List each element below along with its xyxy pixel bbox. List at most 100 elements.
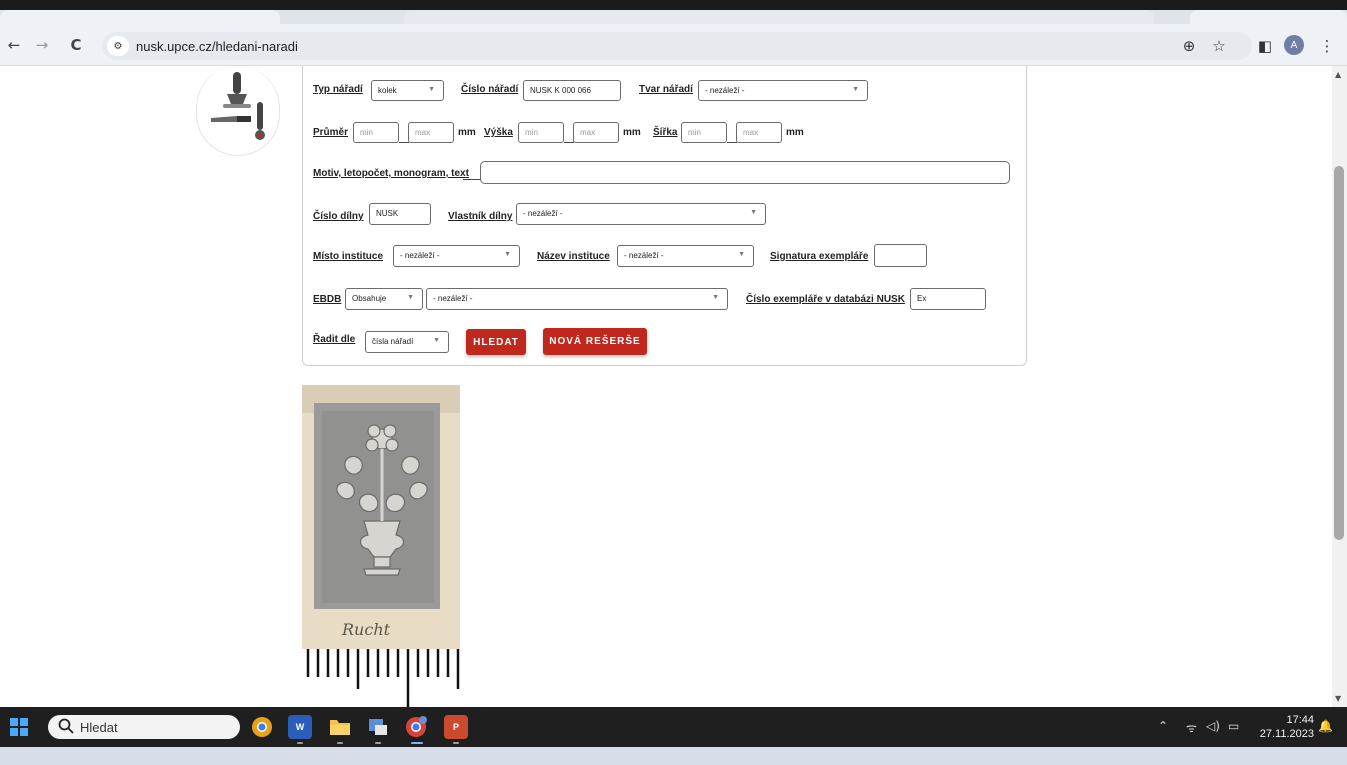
chrome-taskbar-icon[interactable]: [250, 715, 274, 739]
search-icon: [58, 718, 78, 736]
arrow-right-icon: →: [35, 36, 49, 54]
cislo-naradi-label: Číslo nářadí: [461, 84, 519, 95]
sirka-max-input[interactable]: max: [736, 122, 782, 143]
app-generic-icon[interactable]: [366, 715, 390, 739]
taskbar-search-label: Hledat: [80, 720, 118, 735]
start-button[interactable]: [10, 718, 28, 736]
label-underline: [463, 179, 481, 180]
ebdb-select[interactable]: - nezáleží - ▼: [426, 288, 728, 310]
wifi-icon[interactable]: ᯤ: [1186, 719, 1197, 736]
misto-instituce-select[interactable]: - nezáleží - ▼: [393, 245, 520, 267]
typ-naradi-value: kolek: [378, 86, 397, 95]
chevron-down-icon: ▼: [407, 294, 414, 301]
back-button[interactable]: ←: [2, 33, 26, 57]
side-panel-icon[interactable]: ◧: [1254, 35, 1276, 57]
motiv-label: Motiv, letopočet, monogram, text: [313, 168, 469, 179]
tvar-naradi-select[interactable]: - nezáleží - ▼: [698, 80, 868, 101]
typ-naradi-select[interactable]: kolek ▼: [371, 80, 444, 101]
bookmark-star-icon[interactable]: ☆: [1208, 35, 1230, 57]
nazev-instituce-select[interactable]: - nezáleží - ▼: [617, 245, 754, 267]
windows-logo-pane: [10, 728, 18, 736]
search-button[interactable]: HLEDAT: [466, 329, 526, 355]
prumer-min-placeholder: min: [360, 128, 373, 137]
vyska-min-placeholder: min: [525, 128, 538, 137]
tab-previous[interactable]: [0, 10, 280, 24]
chevron-down-icon: ▼: [504, 251, 511, 258]
specimen-image[interactable]: Rucht: [302, 385, 460, 707]
tab-background[interactable]: [404, 10, 1154, 24]
app-active-indicator: [411, 742, 423, 744]
scrollbar-thumb[interactable]: [1334, 166, 1344, 540]
zoom-icon[interactable]: ⊕: [1178, 35, 1200, 57]
prumer-min-input[interactable]: min: [353, 122, 399, 143]
chevron-down-icon: ▼: [712, 294, 719, 301]
sirka-min-input[interactable]: min: [681, 122, 727, 143]
cislo-exemplare-input[interactable]: Ex: [910, 288, 986, 310]
vlastnik-dilny-label: Vlastník dílny: [448, 211, 513, 222]
misto-instituce-value: - nezáleží -: [400, 251, 440, 260]
chrome-profile-taskbar-icon[interactable]: [404, 715, 428, 739]
powerpoint-taskbar-icon[interactable]: P: [444, 715, 468, 739]
motiv-input[interactable]: [480, 161, 1010, 184]
file-explorer-icon[interactable]: [328, 715, 352, 739]
range-separator: [399, 142, 409, 143]
url-text[interactable]: nusk.upce.cz/hledani-naradi: [136, 39, 298, 54]
sirka-label: Šířka: [653, 127, 678, 138]
reload-button[interactable]: C: [64, 33, 88, 57]
scroll-down-icon[interactable]: ▼: [1335, 694, 1341, 703]
site-info-icon[interactable]: ⚙: [107, 36, 129, 56]
ebdb-label: EBDB: [313, 294, 342, 305]
signatura-input[interactable]: [874, 244, 927, 267]
site-logo[interactable]: [196, 66, 280, 156]
chevron-down-icon: ▼: [852, 86, 859, 93]
windows-logo-pane: [20, 718, 28, 726]
cislo-naradi-value: NUSK K 000 066: [530, 86, 591, 95]
menu-kebab-icon[interactable]: ⋮: [1316, 35, 1338, 57]
profile-avatar[interactable]: A: [1284, 35, 1304, 55]
ebdb-value: - nezáleží -: [433, 294, 473, 303]
radit-dle-label: Řadit dle: [313, 334, 356, 345]
cislo-exemplare-label: Číslo exempláře v databázi NUSK: [746, 294, 905, 305]
vlastnik-dilny-select[interactable]: - nezáleží - ▼: [516, 203, 766, 225]
nazev-instituce-value: - nezáleží -: [624, 251, 664, 260]
vyska-unit: mm: [623, 127, 641, 138]
range-separator: [727, 142, 737, 143]
handwriting-text: Rucht: [341, 620, 391, 639]
system-clock[interactable]: 17:44 27.11.2023: [1254, 713, 1314, 741]
cislo-naradi-input[interactable]: NUSK K 000 066: [523, 80, 621, 101]
sirka-unit: mm: [786, 127, 804, 138]
notification-bell-icon[interactable]: 🔔: [1318, 719, 1333, 733]
bottom-band: [0, 747, 1347, 765]
chevron-down-icon: ▼: [738, 251, 745, 258]
tab-next[interactable]: [1190, 10, 1347, 24]
forward-button[interactable]: →: [30, 33, 54, 57]
range-separator: [564, 142, 574, 143]
prumer-max-placeholder: max: [415, 128, 431, 137]
ebdb-mode-select[interactable]: Obsahuje ▼: [345, 288, 423, 310]
windows-logo-icon: [10, 718, 18, 726]
stamp-specimen-picture: Rucht: [302, 385, 460, 707]
volume-icon[interactable]: ◁): [1206, 719, 1220, 733]
new-search-button[interactable]: NOVÁ REŠERŠE: [543, 328, 647, 355]
radit-dle-value: čísla nářadí: [372, 337, 414, 346]
tvar-naradi-value: - nezáleží -: [705, 86, 745, 95]
word-taskbar-icon[interactable]: W: [288, 715, 312, 739]
vyska-min-input[interactable]: min: [518, 122, 564, 143]
tvar-naradi-label: Tvar nářadí: [639, 84, 693, 95]
vlastnik-dilny-value: - nezáleží -: [523, 209, 563, 218]
radit-dle-select[interactable]: čísla nářadí ▼: [365, 331, 449, 353]
cislo-dilny-value: NUSK: [376, 209, 399, 218]
reload-icon: C: [70, 36, 82, 54]
typ-naradi-label: Typ nářadí: [313, 84, 363, 95]
scroll-up-icon[interactable]: ▲: [1335, 70, 1341, 79]
sirka-max-placeholder: max: [743, 128, 759, 137]
app-running-indicator: [297, 742, 303, 744]
tray-chevron-up-icon[interactable]: ⌃: [1158, 719, 1168, 733]
cislo-dilny-input[interactable]: NUSK: [369, 203, 431, 225]
app-running-indicator: [375, 742, 381, 744]
prumer-max-input[interactable]: max: [408, 122, 454, 143]
battery-icon[interactable]: ▭: [1228, 719, 1239, 733]
arrow-left-icon: ←: [7, 36, 21, 54]
vyska-max-input[interactable]: max: [573, 122, 619, 143]
nazev-instituce-label: Název instituce: [537, 251, 610, 262]
